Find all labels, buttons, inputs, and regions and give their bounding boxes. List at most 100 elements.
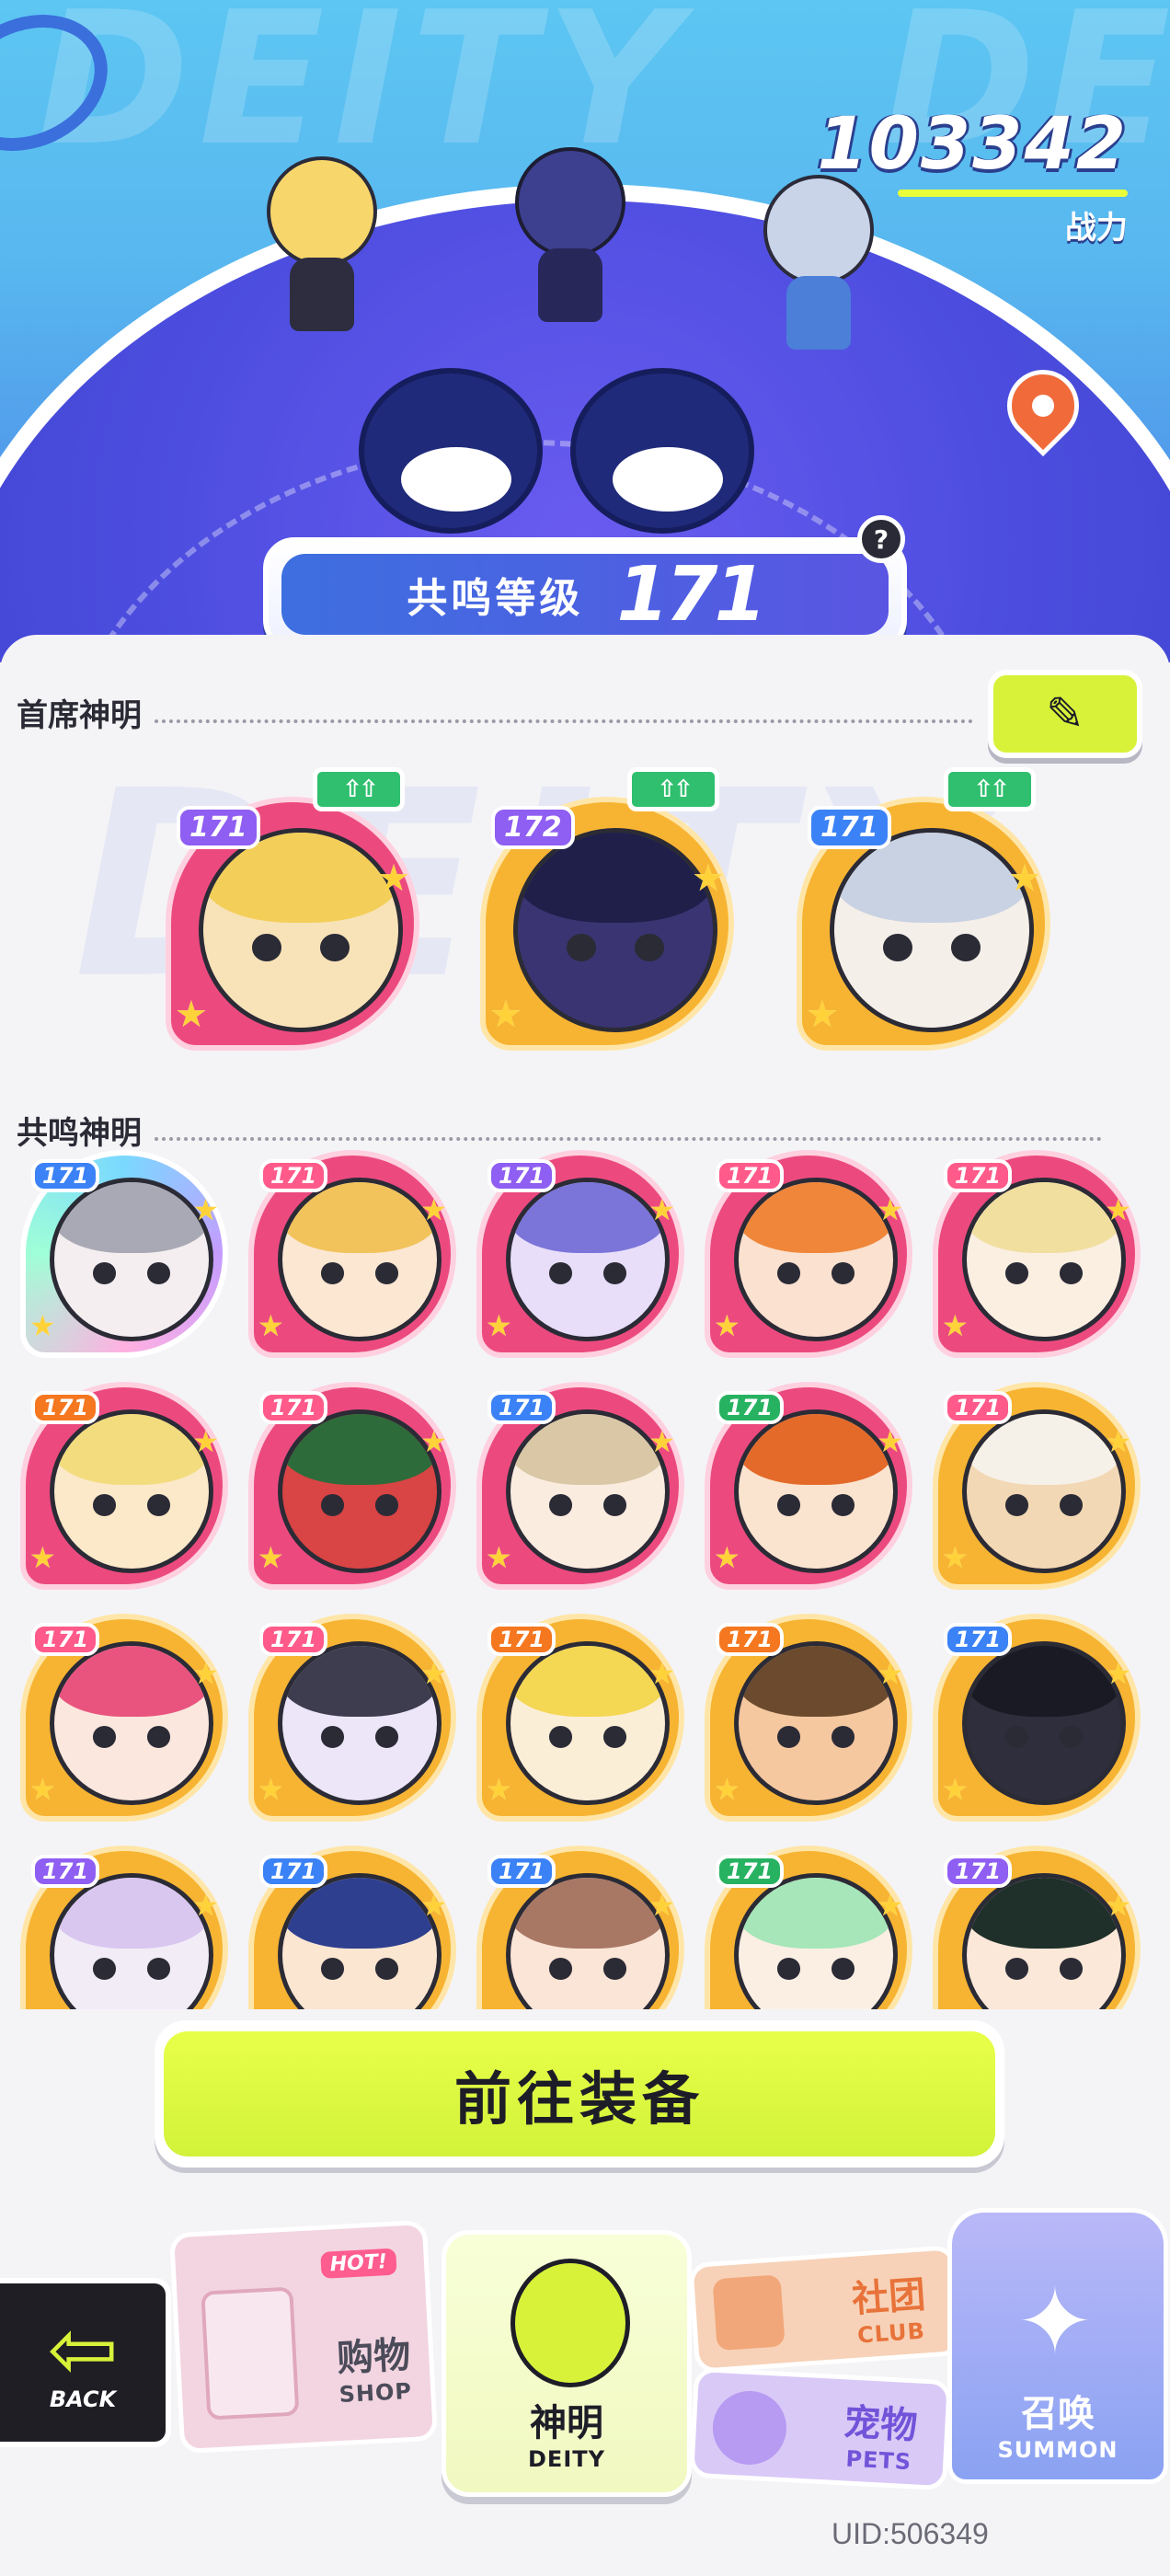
nav-summon[interactable]: ✦ 召唤 SUMMON bbox=[947, 2208, 1168, 2484]
divider bbox=[155, 1136, 1102, 1141]
deity-portrait bbox=[278, 1178, 442, 1341]
nav-club[interactable]: 社团 CLUB bbox=[688, 2245, 962, 2374]
rarity-star-icon: ★ bbox=[692, 857, 725, 900]
upgrade-available-badge[interactable]: ⇧⇧ bbox=[627, 767, 719, 811]
rarity-star-icon: ★ bbox=[1105, 1424, 1131, 1459]
go-equip-button-inner: 前往装备 bbox=[164, 2031, 995, 2156]
deity-avatar[interactable]: 171 ★ ★ bbox=[933, 1614, 1141, 1822]
rarity-star-icon: ★ bbox=[1008, 857, 1041, 900]
deity-avatar[interactable]: 171 ★ ★ bbox=[476, 1382, 684, 1590]
deity-avatar[interactable]: 171 ★ ★ bbox=[705, 1382, 912, 1590]
rarity-star-icon: ★ bbox=[29, 1772, 56, 1807]
team-character-2[interactable] bbox=[488, 147, 653, 331]
deity-hair bbox=[54, 1878, 209, 1949]
go-equip-button[interactable]: 前往装备 bbox=[155, 2020, 1004, 2168]
power-display: 103342 战力 bbox=[817, 103, 1128, 247]
rarity-star-icon: ★ bbox=[420, 1424, 447, 1459]
deity-avatar[interactable]: 171 ★ ★ ⇧⇧ bbox=[797, 767, 1050, 1051]
rarity-star-icon: ★ bbox=[648, 1888, 675, 1923]
level-badge: 171 bbox=[31, 1623, 100, 1656]
deity-avatar[interactable]: 171 ★ ★ bbox=[248, 1614, 456, 1822]
deity-eyes bbox=[777, 1958, 855, 1980]
deity-avatar[interactable]: 171 ★ ★ bbox=[476, 1150, 684, 1358]
deity-avatar[interactable]: 171 ★ ★ bbox=[933, 1846, 1141, 2009]
hot-badge: HOT! bbox=[320, 2248, 397, 2279]
upgrade-available-badge[interactable]: ⇧⇧ bbox=[944, 767, 1036, 811]
deity-portrait bbox=[506, 1641, 670, 1805]
rarity-star-icon: ★ bbox=[648, 1656, 675, 1691]
level-badge: 171 bbox=[808, 806, 891, 849]
rarity-star-icon: ★ bbox=[377, 857, 410, 900]
resonance-deities-grid[interactable]: 171 ★ ★ 171 ★ ★ 171 ★ ★ 171 ★ ★ 171 ★ ★ 171 ★ ★ 171 ★ ★ 171 ★ ★… bbox=[0, 1141, 1170, 2009]
nav-summon-label: 召唤 bbox=[1021, 2393, 1095, 2435]
deity-avatar[interactable]: 171 ★ ★ bbox=[476, 1846, 684, 2009]
deity-eyes bbox=[321, 1958, 398, 1980]
deity-hair bbox=[739, 1646, 893, 1718]
deity-eyes bbox=[883, 934, 981, 961]
deity-avatar[interactable]: 171 ★ ★ bbox=[933, 1382, 1141, 1590]
nav-deity[interactable]: 神明 DEITY bbox=[442, 2230, 692, 2497]
upgrade-available-badge[interactable]: ⇧⇧ bbox=[313, 767, 405, 811]
deity-avatar[interactable]: 171 ★ ★ bbox=[476, 1614, 684, 1822]
rarity-star-icon: ★ bbox=[420, 1192, 447, 1227]
level-badge: 171 bbox=[944, 1623, 1013, 1656]
nav-pets[interactable]: 宠物 PETS bbox=[689, 2366, 952, 2491]
character-head bbox=[515, 147, 625, 258]
deity-hair bbox=[739, 1414, 893, 1486]
deity-portrait bbox=[734, 1873, 898, 2009]
deity-eyes bbox=[321, 1262, 398, 1284]
deity-eyes bbox=[777, 1262, 855, 1284]
level-badge: 171 bbox=[259, 1391, 328, 1424]
level-badge: 171 bbox=[488, 1855, 556, 1888]
deity-portrait bbox=[278, 1873, 442, 2009]
deity-avatar[interactable]: 171 ★ ★ ⇧⇧ bbox=[166, 767, 419, 1051]
top-deities-header: 首席神明 bbox=[17, 690, 973, 735]
team-character-1[interactable] bbox=[239, 156, 405, 340]
deity-avatar[interactable]: 171 ★ ★ bbox=[933, 1150, 1141, 1358]
deity-avatar[interactable]: 171 ★ ★ bbox=[705, 1614, 912, 1822]
resonance-level-value: 171 bbox=[616, 550, 766, 638]
deity-portrait bbox=[50, 1178, 213, 1341]
deity-eyes bbox=[549, 1494, 626, 1516]
deity-eyes bbox=[549, 1958, 626, 1980]
deity-avatar[interactable]: 171 ★ ★ bbox=[248, 1382, 456, 1590]
hero-banner: DEITY DE 103342 战力 共鸣等级 171 ? bbox=[0, 0, 1170, 662]
question-icon[interactable]: ? bbox=[857, 515, 905, 563]
deity-avatar[interactable]: 171 ★ ★ bbox=[20, 1614, 228, 1822]
level-badge: 171 bbox=[488, 1623, 556, 1656]
deity-portrait bbox=[962, 1178, 1126, 1341]
nav-pets-sublabel: PETS bbox=[844, 2445, 912, 2476]
deity-avatar[interactable]: 172 ★ ★ ⇧⇧ bbox=[480, 767, 734, 1051]
deity-portrait bbox=[506, 1178, 670, 1341]
deity-hair bbox=[510, 1878, 665, 1949]
deity-avatar[interactable]: 171 ★ ★ bbox=[248, 1846, 456, 2009]
level-badge: 171 bbox=[488, 1391, 556, 1424]
deity-avatar[interactable]: 171 ★ ★ bbox=[20, 1382, 228, 1590]
rarity-star-icon: ★ bbox=[258, 2004, 284, 2009]
rarity-star-icon: ★ bbox=[942, 1540, 969, 1575]
deity-avatar[interactable]: 171 ★ ★ bbox=[20, 1846, 228, 2009]
rarity-star-icon: ★ bbox=[1105, 1192, 1131, 1227]
divider bbox=[155, 719, 973, 723]
deity-eyes bbox=[567, 934, 664, 961]
nav-shop-label: 购物 bbox=[336, 2333, 412, 2381]
rarity-star-icon: ★ bbox=[648, 1424, 675, 1459]
level-badge: 171 bbox=[31, 1391, 100, 1424]
nav-shop-text: 购物 SHOP bbox=[336, 2325, 413, 2408]
rarity-star-icon: ★ bbox=[192, 1424, 219, 1459]
rarity-star-icon: ★ bbox=[192, 1192, 219, 1227]
deity-hair bbox=[54, 1182, 209, 1254]
deity-avatar[interactable]: 171 ★ ★ bbox=[705, 1846, 912, 2009]
nav-deity-sublabel: DEITY bbox=[528, 2446, 605, 2472]
deity-avatar[interactable]: 171 ★ ★ bbox=[248, 1150, 456, 1358]
deity-portrait bbox=[506, 1873, 670, 2009]
deity-avatar[interactable]: 171 ★ ★ bbox=[20, 1150, 228, 1358]
deity-hair bbox=[510, 1646, 665, 1718]
nav-deity-label: 神明 bbox=[530, 2402, 603, 2444]
back-button[interactable]: ⇦ BACK bbox=[0, 2278, 171, 2447]
deity-avatar[interactable]: 171 ★ ★ bbox=[705, 1150, 912, 1358]
edit-team-button[interactable]: ✎ bbox=[988, 670, 1142, 758]
power-underline bbox=[898, 190, 1128, 197]
rarity-star-icon: ★ bbox=[942, 2004, 969, 2009]
nav-shop[interactable]: HOT! 购物 SHOP bbox=[168, 2219, 439, 2455]
